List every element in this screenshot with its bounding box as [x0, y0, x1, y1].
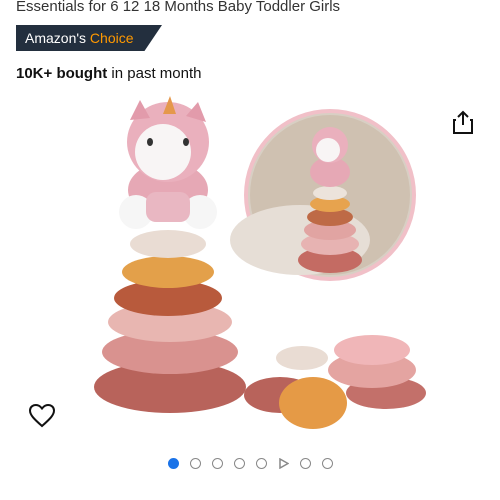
carousel-dot[interactable] — [189, 458, 201, 469]
bought-count: 10K+ bought — [16, 65, 108, 82]
badge-highlight: Choice — [89, 30, 134, 46]
product-title: Essentials for 6 12 18 Months Baby Toddl… — [16, 0, 341, 15]
purchase-stat: 10K+ bought in past month — [16, 65, 201, 82]
carousel-dot[interactable] — [321, 458, 333, 469]
stacking-toy-main — [94, 96, 246, 413]
inset-lifestyle-photo — [230, 109, 416, 281]
carousel-dot[interactable] — [299, 458, 311, 469]
play-icon[interactable] — [278, 458, 289, 469]
share-icon[interactable] — [450, 109, 476, 135]
carousel-dot[interactable] — [211, 458, 223, 469]
carousel-dot[interactable] — [167, 458, 179, 469]
amazons-choice-badge[interactable]: Amazon's Choice — [16, 25, 162, 51]
carousel-dot[interactable] — [233, 458, 245, 469]
badge-prefix: Amazon's — [25, 30, 87, 46]
carousel-dot[interactable] — [255, 458, 267, 469]
heart-icon[interactable] — [28, 402, 56, 430]
loose-rings — [244, 335, 426, 429]
product-image[interactable] — [0, 90, 500, 450]
carousel-indicators — [0, 458, 500, 469]
bought-suffix: in past month — [107, 65, 202, 82]
